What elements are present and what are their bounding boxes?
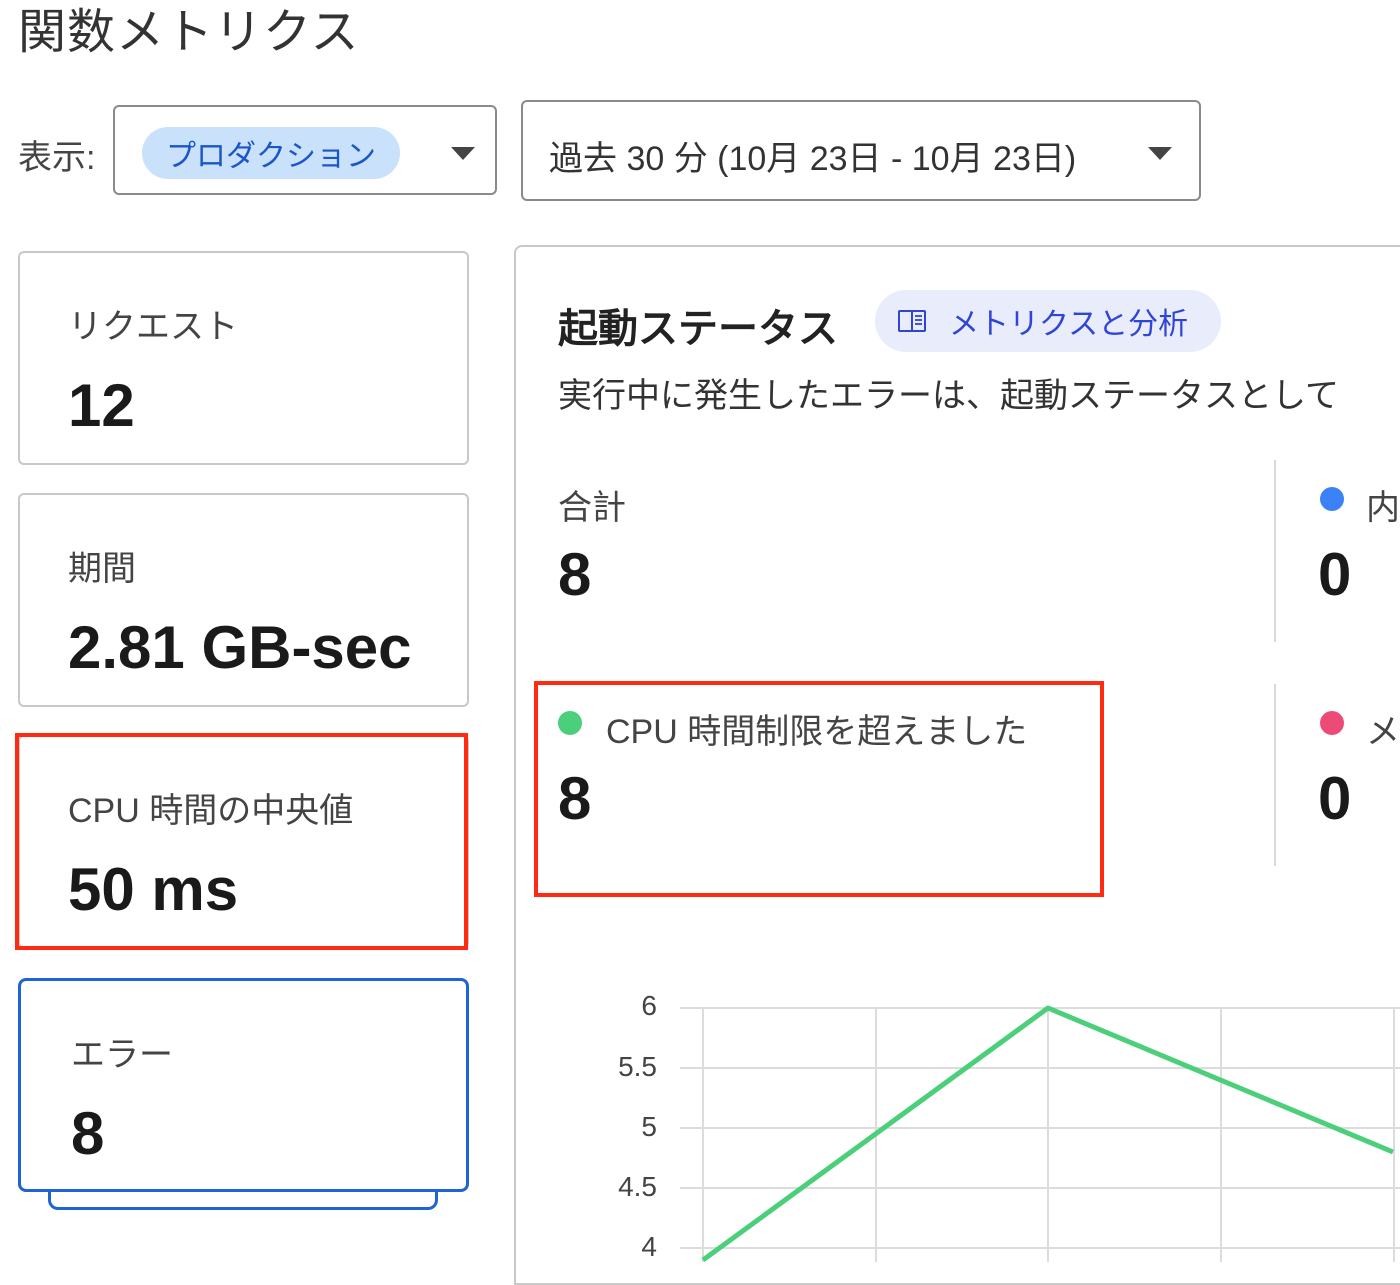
invocation-line-chart — [680, 1005, 1400, 1262]
